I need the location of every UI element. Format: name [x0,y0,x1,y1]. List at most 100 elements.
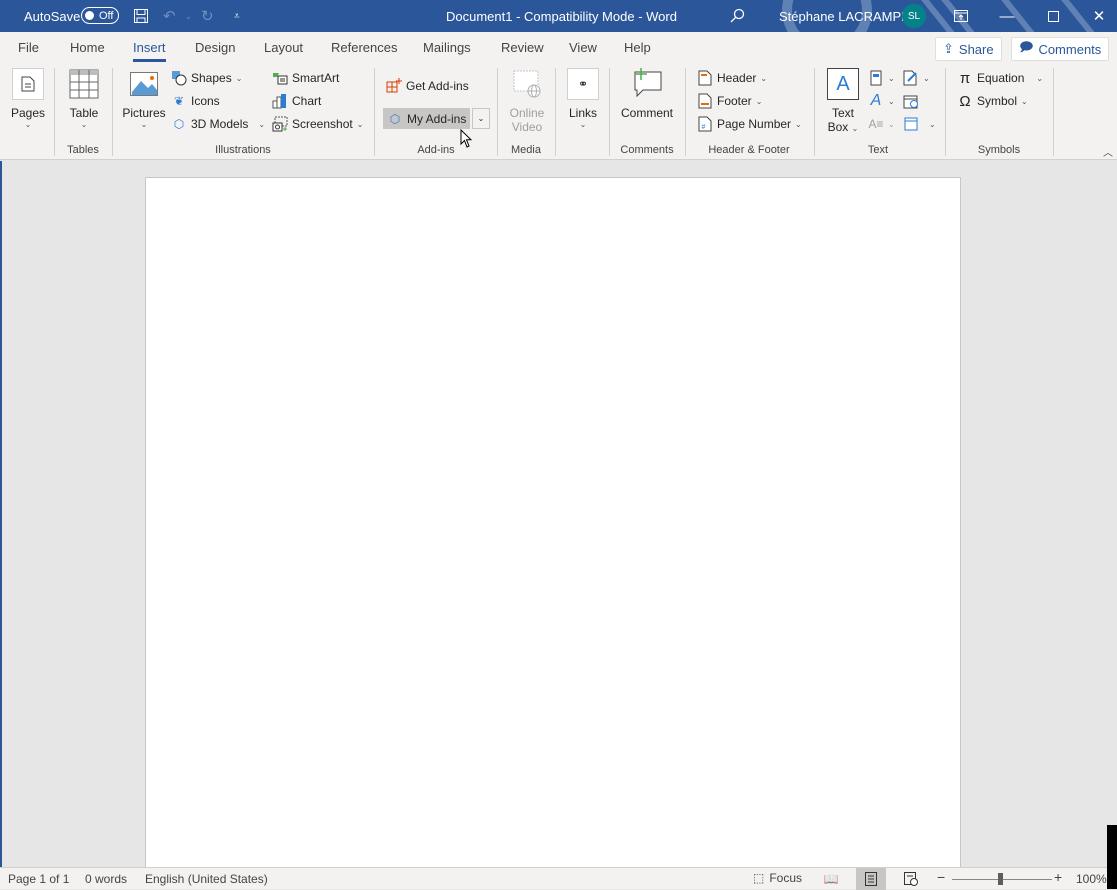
group-label-symbols: Symbols [977,144,1021,156]
object-button[interactable]: ⌄ [903,114,936,134]
get-add-ins-button[interactable]: Get Add-ins [386,76,469,96]
pictures-button[interactable]: Pictures ⌄ [122,68,166,129]
page-number-label: Page Number [717,117,792,131]
read-mode-button[interactable]: 📖 [816,868,846,890]
zoom-slider-thumb[interactable] [998,873,1003,885]
customize-qat-icon[interactable]: ⩡ [234,0,240,32]
shapes-button[interactable]: Shapes ⌄ [171,68,242,88]
group-label-text: Text [867,144,889,156]
comment-bubble-icon: 🗩 [1019,39,1034,54]
tab-mailings[interactable]: Mailings [423,40,471,55]
symbol-button[interactable]: Ω Symbol ⌄ [957,91,1028,111]
icons-button[interactable]: ❦ Icons [171,91,220,111]
get-add-ins-label: Get Add-ins [406,79,469,93]
tab-design[interactable]: Design [195,40,235,55]
autosave-label: AutoSave [24,8,81,24]
online-video-button[interactable]: Online Video [505,68,549,134]
footer-button[interactable]: Footer ⌄ [697,91,762,111]
new-comment-button[interactable]: Comment [618,68,676,120]
drop-cap-icon: A≡ [868,117,884,131]
group-label-add-ins: Add-ins [417,144,455,156]
pages-button[interactable]: Pages ⌄ [8,68,48,129]
zoom-out-button[interactable]: − [937,869,945,885]
chevron-down-icon: ⌄ [24,120,32,129]
share-button[interactable]: ⇪ Share [935,37,1002,61]
close-icon[interactable]: ✕ [1076,0,1117,32]
date-time-button[interactable] [903,91,919,111]
chevron-down-icon[interactable]: ⌄ [258,120,265,129]
cube-icon: ⬡ [173,117,185,131]
tab-layout[interactable]: Layout [264,40,303,55]
undo-dropdown-icon[interactable]: ⌄ [185,0,192,32]
footer-label: Footer [717,94,752,108]
page-number-button[interactable]: # Page Number ⌄ [697,114,802,134]
tab-help[interactable]: Help [624,40,651,55]
screen-edge-artifact [1107,825,1117,889]
equation-button[interactable]: π Equation ⌄ [957,68,1043,88]
table-button[interactable]: Table ⌄ [64,68,104,129]
tab-references[interactable]: References [331,40,397,55]
links-button[interactable]: ⚭ Links ⌄ [564,68,602,129]
print-layout-button[interactable] [856,868,886,890]
quick-parts-button[interactable]: ⌄ [868,68,895,88]
document-page[interactable] [145,177,961,877]
chevron-down-icon[interactable]: ⌄ [1036,74,1043,83]
avatar[interactable]: SL [902,4,926,28]
ribbon-tabs: File Home Insert Design Layout Reference… [0,32,1117,64]
header-button[interactable]: Header ⌄ [697,68,767,88]
wordart-button[interactable]: A ⌄ [868,91,895,111]
text-box-label-2: Box ⌄ [828,120,859,134]
chevron-down-icon: ⌄ [923,73,930,83]
chart-icon [272,93,288,109]
tab-view[interactable]: View [569,40,597,55]
group-label-illustrations: Illustrations [215,144,271,156]
chevron-down-icon: ⌄ [888,96,895,106]
links-label: Links [568,106,597,120]
page-count[interactable]: Page 1 of 1 [8,872,69,886]
minimize-icon[interactable]: — [984,0,1030,32]
ribbon-display-options-icon[interactable] [938,0,984,32]
tab-file[interactable]: File [18,40,39,55]
chevron-down-icon: ⌄ [1021,96,1028,106]
search-icon[interactable] [729,0,745,32]
page-number-icon: # [697,116,713,132]
text-box-button[interactable]: A Text Box ⌄ [822,68,864,134]
my-add-ins-button[interactable]: ⬡ My Add-ins [383,108,471,129]
zoom-level[interactable]: 100% [1076,872,1107,886]
group-label-media: Media [511,144,541,156]
comments-button[interactable]: 🗩 Comments [1011,37,1110,61]
maximize-icon[interactable] [1030,0,1076,32]
screenshot-button[interactable]: Screenshot ⌄ [272,114,363,134]
tab-insert[interactable]: Insert [133,40,166,62]
chevron-down-icon: ⌄ [235,73,243,83]
signature-line-button[interactable]: ⌄ [903,68,930,88]
calendar-clock-icon [903,93,919,109]
collapse-ribbon-icon[interactable]: ︿ [1103,144,1113,159]
save-icon[interactable] [133,0,149,32]
chevron-down-icon: ⌄ [579,120,587,129]
user-name[interactable]: Stéphane LACRAMPE [779,0,910,32]
chart-button[interactable]: Chart [272,91,321,111]
redo-icon[interactable]: ↻ [201,0,214,32]
zoom-in-button[interactable]: + [1054,869,1062,885]
undo-icon[interactable]: ↶ [163,0,176,32]
tab-home[interactable]: Home [70,40,105,55]
my-add-ins-dropdown[interactable]: ⌄ [472,108,490,129]
page-icon [12,68,44,100]
autosave-toggle[interactable]: Off [81,7,119,24]
language-status[interactable]: English (United States) [145,872,268,886]
comments-label: Comments [1038,41,1102,57]
tab-review[interactable]: Review [501,40,544,55]
group-divider [555,68,556,156]
smartart-button[interactable]: SmartArt [272,68,339,88]
web-layout-button[interactable] [896,868,926,890]
3d-models-button[interactable]: ⬡ 3D Models ⌄ [171,114,265,134]
icons-icon: ❦ [173,94,185,108]
focus-button[interactable]: ⬚ Focus [753,871,802,885]
group-divider [497,68,498,156]
group-divider [1053,68,1054,156]
word-count[interactable]: 0 words [85,872,127,886]
drop-cap-button[interactable]: A≡ ⌄ [868,114,894,134]
table-icon [68,68,100,100]
online-video-label-2: Video [511,120,543,134]
